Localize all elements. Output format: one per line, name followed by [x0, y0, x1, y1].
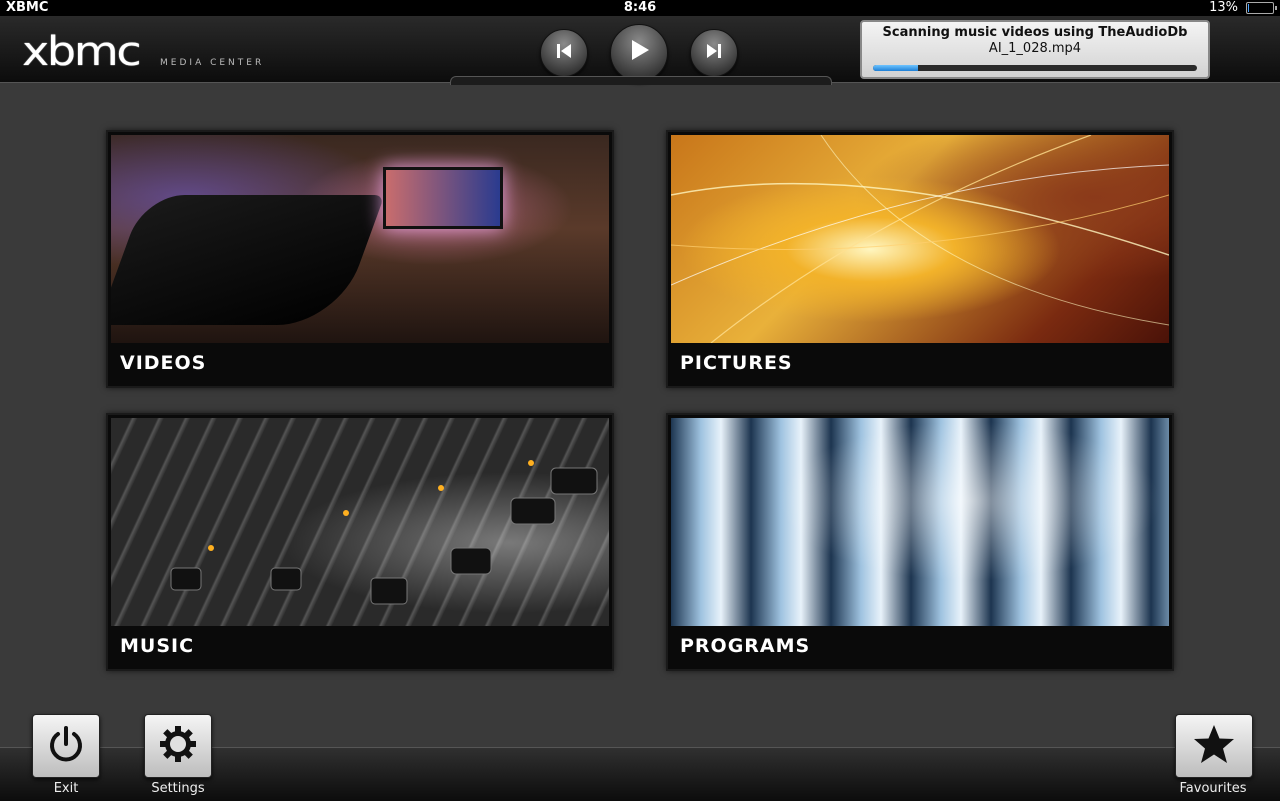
status-bar: XBMC 8:46 13% [0, 0, 1280, 16]
clock: 8:46 [623, 0, 657, 15]
scan-progress-bar [873, 65, 1197, 71]
battery-icon [1246, 2, 1277, 14]
scan-progress-dialog: Scanning music videos using TheAudioDb A… [860, 20, 1210, 79]
videos-image [111, 135, 609, 343]
favourites-button[interactable] [1175, 714, 1253, 778]
xbmc-logo: xbmc MEDIA CENTER [22, 29, 265, 75]
skip-next-icon [705, 42, 723, 65]
lounge-chair-graphic [111, 195, 385, 325]
tile-label-programs: PROGRAMS [680, 635, 811, 657]
favourites-label: Favourites [1179, 781, 1247, 796]
header: xbmc MEDIA CENTER Scanning music videos … [0, 16, 1280, 85]
settings-label: Settings [151, 781, 205, 796]
settings-button[interactable] [144, 714, 212, 778]
music-image [111, 418, 609, 626]
skip-next-button[interactable] [690, 29, 738, 77]
scan-title: Scanning music videos using TheAudioDb [882, 25, 1188, 40]
scan-progress-fill [873, 65, 919, 71]
tile-label-pictures: PICTURES [680, 352, 793, 374]
star-icon [1192, 722, 1236, 770]
scan-file: AI_1_028.mp4 [988, 41, 1082, 56]
pictures-image [671, 135, 1169, 343]
logo-subtitle: MEDIA CENTER [160, 58, 265, 68]
tile-label-videos: VIDEOS [120, 352, 207, 374]
transport-controls [540, 24, 738, 82]
battery-fill [1248, 4, 1250, 12]
header-tab [450, 76, 832, 85]
logo-mark: xbmc [22, 29, 142, 75]
battery-percent: 13% [1209, 0, 1238, 15]
skip-previous-icon [555, 42, 573, 65]
exit-button[interactable] [32, 714, 100, 778]
battery-status: 13% [1209, 0, 1277, 16]
play-button[interactable] [610, 24, 668, 82]
gear-icon [157, 723, 199, 769]
tile-programs[interactable]: PROGRAMS [666, 413, 1174, 671]
tv-graphic [383, 167, 503, 229]
programs-image [671, 418, 1169, 626]
skip-previous-button[interactable] [540, 29, 588, 77]
tile-pictures[interactable]: PICTURES [666, 130, 1174, 388]
tile-music[interactable]: MUSIC [106, 413, 614, 671]
exit-label: Exit [53, 781, 79, 796]
play-icon [627, 38, 651, 68]
tile-label-music: MUSIC [120, 635, 195, 657]
power-icon [46, 724, 86, 768]
tile-videos[interactable]: VIDEOS [106, 130, 614, 388]
